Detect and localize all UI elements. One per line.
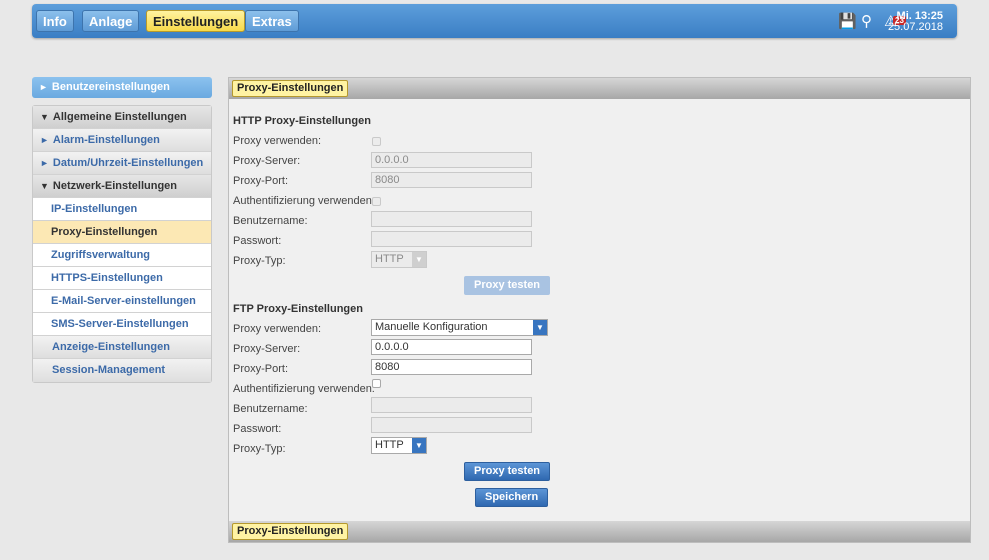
tab-anlage[interactable]: Anlage — [82, 10, 140, 32]
ftp-user-label: Benutzername: — [233, 403, 308, 415]
http-user-label: Benutzername: — [233, 215, 308, 227]
sidebar-item-datetime[interactable]: ► Datum/Uhrzeit-Einstellungen — [33, 152, 211, 175]
ftp-section-title: FTP Proxy-Einstellungen — [233, 303, 363, 315]
sidebar-item-label: Alarm-Einstellungen — [52, 134, 160, 146]
ftp-use-proxy-label: Proxy verwenden: — [233, 323, 322, 335]
chevron-right-icon: ► — [40, 135, 49, 145]
sidebar-item-session[interactable]: Session-Management — [33, 359, 211, 382]
proxy-settings-panel: Proxy-Einstellungen HTTP Proxy-Einstellu… — [228, 77, 971, 543]
sidebar-item-https[interactable]: HTTPS-Einstellungen — [33, 267, 211, 290]
sidebar-item-label: Benutzereinstellungen — [51, 81, 170, 93]
ftp-password-field[interactable] — [371, 417, 532, 433]
chevron-down-icon: ▼ — [533, 320, 547, 335]
sidebar-item-general[interactable]: ▼ Allgemeine Einstellungen — [33, 106, 211, 129]
tab-extras[interactable]: Extras — [245, 10, 299, 32]
ftp-port-label: Proxy-Port: — [233, 363, 289, 375]
chevron-down-icon: ▼ — [412, 252, 426, 267]
http-user-field[interactable] — [371, 211, 532, 227]
sidebar-item-alarm[interactable]: ► Alarm-Einstellungen — [33, 129, 211, 152]
save-button[interactable]: Speichern — [475, 488, 549, 507]
sidebar-item-email-server[interactable]: E-Mail-Server-einstellungen — [33, 290, 211, 313]
chevron-down-icon: ▼ — [40, 181, 49, 191]
http-server-field[interactable]: 0.0.0.0 — [371, 152, 532, 168]
sidebar-item-display[interactable]: Anzeige-Einstellungen — [33, 336, 211, 359]
ftp-port-field[interactable]: 8080 — [371, 359, 532, 375]
panel-footer-title: Proxy-Einstellungen — [232, 523, 349, 540]
ftp-user-field[interactable] — [371, 397, 532, 413]
http-server-label: Proxy-Server: — [233, 155, 301, 167]
sidebar-item-ip[interactable]: IP-Einstellungen — [33, 198, 211, 221]
panel-footer: Proxy-Einstellungen — [229, 521, 970, 542]
http-password-label: Passwort: — [233, 235, 282, 247]
top-navigation-bar: Info Anlage Einstellungen Extras 💾 ⚲ ⚠ 2… — [32, 4, 957, 38]
ftp-type-select[interactable]: HTTP ▼ — [371, 437, 427, 454]
sidebar-item-network[interactable]: ▼ Netzwerk-Einstellungen — [33, 175, 211, 198]
sidebar-item-label: Datum/Uhrzeit-Einstellungen — [52, 157, 204, 169]
sd-card-icon[interactable]: 💾 — [838, 14, 857, 30]
sidebar-item-sms-server[interactable]: SMS-Server-Einstellungen — [33, 313, 211, 336]
clock-date: 25.07.2018 — [887, 21, 943, 33]
panel-header: Proxy-Einstellungen — [229, 78, 970, 99]
sidebar-item-label: Netzwerk-Einstellungen — [52, 180, 177, 192]
ftp-test-proxy-button[interactable]: Proxy testen — [464, 462, 551, 481]
http-port-field[interactable]: 8080 — [371, 172, 532, 188]
chevron-right-icon: ► — [39, 82, 48, 92]
ftp-auth-label: Authentifizierung verwenden: — [233, 383, 375, 395]
chevron-down-icon: ▼ — [412, 438, 426, 453]
clock: Mi. 13:25 25.07.2018 — [888, 11, 943, 33]
usb-icon[interactable]: ⚲ — [861, 14, 872, 30]
http-use-proxy-checkbox[interactable] — [372, 137, 381, 146]
http-section-title: HTTP Proxy-Einstellungen — [233, 115, 371, 127]
sidebar-item-label: Allgemeine Einstellungen — [52, 111, 187, 123]
http-type-label: Proxy-Typ: — [233, 255, 286, 267]
sidebar-group-general: ▼ Allgemeine Einstellungen ► Alarm-Einstel… — [32, 105, 212, 383]
http-password-field[interactable] — [371, 231, 532, 247]
sidebar-item-access[interactable]: Zugriffsverwaltung — [33, 244, 211, 267]
panel-title: Proxy-Einstellungen — [232, 80, 349, 97]
ftp-type-value: HTTP — [375, 439, 404, 451]
http-type-select[interactable]: HTTP ▼ — [371, 251, 427, 268]
ftp-use-proxy-value: Manuelle Konfiguration — [375, 321, 488, 333]
http-use-proxy-label: Proxy verwenden: — [233, 135, 322, 147]
sidebar: ► Benutzereinstellungen ▼ Allgemeine Einst… — [32, 77, 212, 383]
http-test-proxy-button[interactable]: Proxy testen — [464, 276, 551, 295]
http-auth-checkbox[interactable] — [372, 197, 381, 206]
sidebar-item-user-settings[interactable]: ► Benutzereinstellungen — [32, 77, 212, 98]
sidebar-item-proxy[interactable]: Proxy-Einstellungen — [33, 221, 211, 244]
ftp-server-field[interactable]: 0.0.0.0 — [371, 339, 532, 355]
ftp-server-label: Proxy-Server: — [233, 343, 301, 355]
ftp-password-label: Passwort: — [233, 423, 282, 435]
chevron-down-icon: ▼ — [40, 112, 49, 122]
http-type-value: HTTP — [375, 253, 404, 265]
tab-info[interactable]: Info — [36, 10, 74, 32]
ftp-auth-checkbox[interactable] — [372, 379, 381, 388]
tab-einstellungen[interactable]: Einstellungen — [146, 10, 246, 32]
chevron-right-icon: ► — [40, 158, 49, 168]
http-auth-label: Authentifizierung verwenden: — [233, 195, 375, 207]
ftp-type-label: Proxy-Typ: — [233, 443, 286, 455]
http-port-label: Proxy-Port: — [233, 175, 289, 187]
ftp-use-proxy-select[interactable]: Manuelle Konfiguration ▼ — [371, 319, 548, 336]
